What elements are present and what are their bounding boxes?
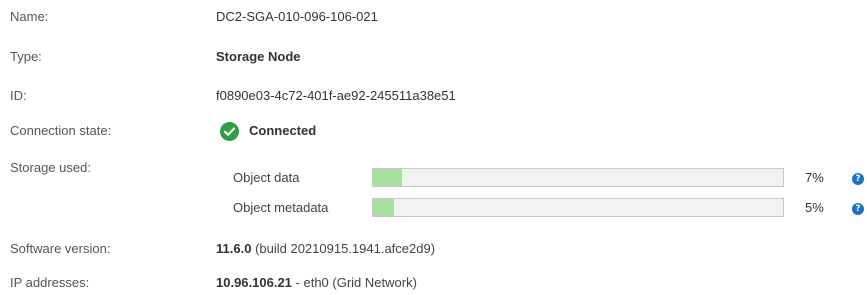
connection-state-value: Connected <box>249 123 317 138</box>
ip-addresses-label: IP addresses: <box>10 275 90 290</box>
storage-used-label: Storage used: <box>10 160 91 175</box>
type-label: Type: <box>10 49 42 64</box>
object-metadata-percent: 5% <box>805 200 824 215</box>
check-circle-icon <box>220 122 239 141</box>
software-version-row: Software version: 11.6.0 (build 20210915… <box>0 239 867 259</box>
connection-state-row: Connection state: <box>0 121 867 141</box>
help-icon[interactable]: ? <box>852 173 864 185</box>
object-metadata-label: Object metadata <box>233 200 329 215</box>
software-version-label: Software version: <box>10 241 111 256</box>
connection-state-label: Connection state: <box>10 123 112 138</box>
name-value: DC2-SGA-010-096-106-021 <box>216 9 378 24</box>
object-metadata-bar-fill <box>373 199 394 216</box>
object-metadata-bar <box>372 198 784 217</box>
object-data-bar <box>372 168 784 187</box>
id-label: ID: <box>10 88 27 103</box>
object-data-bar-fill <box>373 169 402 186</box>
type-row: Type: Storage Node <box>0 47 867 67</box>
ip-address: 10.96.106.21 <box>216 275 292 290</box>
type-value: Storage Node <box>216 49 301 64</box>
software-version-value: 11.6.0 (build 20210915.1941.afce2d9) <box>216 239 435 259</box>
object-data-percent: 7% <box>805 170 824 185</box>
software-version-build: (build 20210915.1941.afce2d9) <box>255 241 436 256</box>
name-row: Name: DC2-SGA-010-096-106-021 <box>0 7 867 27</box>
ip-address-detail: - eth0 (Grid Network) <box>295 275 417 290</box>
software-version-number: 11.6.0 <box>216 241 252 256</box>
object-data-label: Object data <box>233 170 300 185</box>
id-value: f0890e03-4c72-401f-ae92-245511a38e51 <box>216 88 456 103</box>
help-icon[interactable]: ? <box>852 203 864 215</box>
name-label: Name: <box>10 9 49 24</box>
ip-addresses-row: IP addresses: 10.96.106.21 - eth0 (Grid … <box>0 273 867 293</box>
ip-addresses-value: 10.96.106.21 - eth0 (Grid Network) <box>216 273 417 293</box>
id-row: ID: f0890e03-4c72-401f-ae92-245511a38e51 <box>0 86 867 106</box>
